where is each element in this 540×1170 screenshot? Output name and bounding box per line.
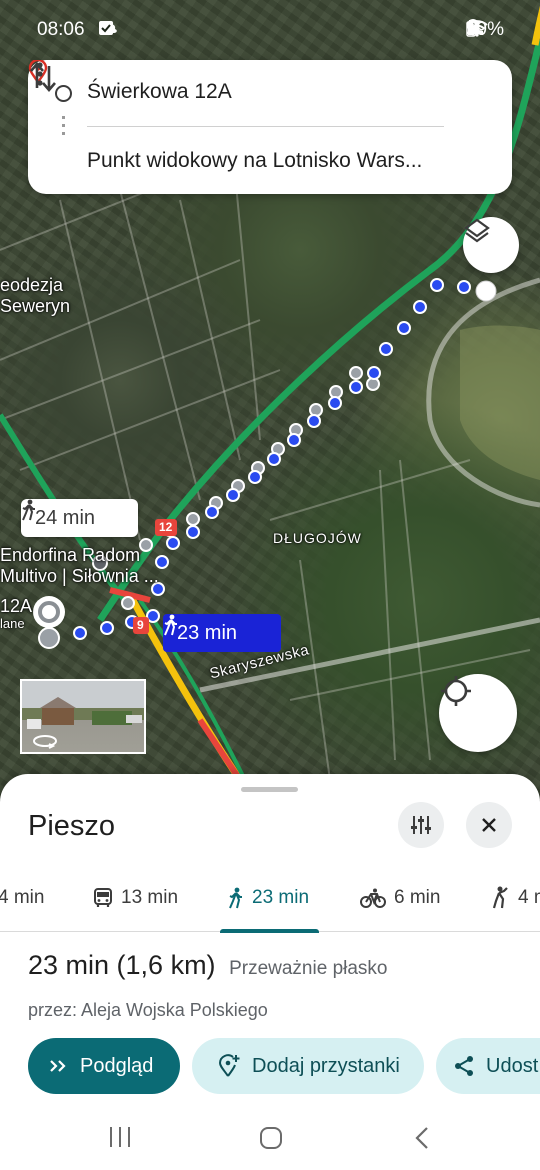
poi-label-endorfina-line1: Endorfina Radom (0, 545, 141, 565)
travel-mode-tabs: 4 min 13 min 23 min 6 min 4 (0, 864, 540, 933)
tab-mode-bike-label: 6 min (394, 887, 441, 908)
tab-mode-transit[interactable]: 13 min (93, 864, 178, 932)
map-view[interactable]: 12 9 08:06 59% Świerkowa 12A Punkt widok… (0, 0, 540, 800)
walk-icon (164, 614, 177, 636)
tab-mode-walk[interactable]: 23 min (220, 864, 320, 933)
share-button[interactable]: Udost (436, 1038, 540, 1094)
tab-mode-walk-label: 23 min (252, 887, 310, 908)
share-button-label: Udost (486, 1054, 539, 1077)
my-location-button[interactable] (439, 674, 517, 752)
status-right: 59% (466, 19, 504, 41)
active-tab-indicator (220, 929, 320, 933)
tab-mode-car-label: 4 min (0, 887, 45, 908)
tab-mode-ride[interactable]: 4 m (490, 864, 540, 932)
origin-marker-icon[interactable] (33, 596, 65, 649)
walk-icon (22, 499, 35, 521)
origin-map-label-line2: lane (0, 616, 25, 631)
tab-mode-car[interactable]: 4 min (0, 864, 44, 932)
checkbox-icon (99, 21, 113, 35)
tune-icon (411, 816, 431, 834)
rotate-360-icon (33, 735, 57, 749)
origin-map-label-line1: 12A (0, 596, 33, 616)
system-nav-bar (0, 1104, 540, 1170)
tab-mode-ride-label: 4 m (518, 887, 540, 908)
poi-label-geodezja-line2: Seweryn (0, 296, 71, 316)
district-label: DŁUGOJÓW (273, 530, 362, 546)
status-time: 08:06 (37, 19, 85, 40)
street-view-thumbnail[interactable] (20, 679, 146, 754)
directions-card: Świerkowa 12A Punkt widokowy na Lotnisko… (28, 60, 512, 194)
travel-mode-title: Pieszo (28, 810, 116, 842)
swap-directions-icon[interactable] (28, 60, 58, 94)
alt-route-time-bubble[interactable]: 24 min (21, 499, 138, 537)
layers-icon (464, 218, 490, 243)
origin-map-label: 12A lane (0, 596, 32, 631)
poi-label-geodezja-line1: eodezja (0, 275, 64, 295)
poi-label-endorfina-line2: Multivo | Siłownia ... (0, 566, 159, 586)
sheet-drag-handle[interactable] (241, 787, 298, 792)
tab-mode-transit-label: 13 min (121, 887, 179, 908)
back-icon[interactable] (414, 1126, 430, 1150)
preview-button-label: Podgląd (80, 1054, 154, 1077)
preview-button[interactable]: Podgląd (28, 1038, 180, 1094)
selected-route-time-bubble[interactable]: 23 min (163, 614, 281, 652)
recent-apps-icon[interactable] (108, 1126, 132, 1148)
home-icon[interactable] (259, 1126, 283, 1150)
add-location-icon (218, 1054, 240, 1077)
tab-mode-bike[interactable]: 6 min (360, 864, 440, 932)
route-terrain-note: Przeważnie płasko (229, 958, 388, 979)
bike-icon (360, 888, 386, 908)
crosshair-icon (441, 676, 471, 706)
route-connector-dots (62, 116, 65, 138)
field-divider (87, 126, 444, 127)
field-area (460, 325, 540, 480)
selected-route-time: 23 min (177, 621, 238, 644)
road-shield-12-label: 12 (159, 520, 173, 534)
walk-icon (229, 887, 242, 909)
alt-route-time: 24 min (35, 506, 96, 529)
status-bar: 08:06 59% (0, 0, 540, 60)
battery-icon (466, 20, 476, 37)
add-stops-button-label: Dodaj przystanki (252, 1054, 400, 1077)
close-icon (482, 818, 496, 832)
route-summary: 23 min (1,6 km) Przeważnie płasko (28, 950, 388, 981)
destination-field[interactable]: Punkt widokowy na Lotnisko Wars... (87, 149, 449, 173)
close-button[interactable] (466, 802, 512, 848)
route-via: przez: Aleja Wojska Polskiego (28, 1000, 268, 1020)
share-icon (455, 1056, 473, 1076)
route-duration-distance: 23 min (1,6 km) (28, 950, 216, 980)
ride-icon (492, 886, 508, 909)
transit-icon (94, 888, 112, 907)
poi-label-endorfina[interactable]: Endorfina Radom Multivo | Siłownia ... (0, 545, 159, 587)
poi-label-geodezja[interactable]: eodezja Seweryn (0, 275, 70, 317)
add-stops-button[interactable]: Dodaj przystanki (192, 1038, 424, 1094)
origin-field[interactable]: Świerkowa 12A (87, 80, 232, 104)
map-layers-button[interactable] (463, 217, 519, 273)
route-options-button[interactable] (398, 802, 444, 848)
double-chevron-icon (50, 1060, 66, 1072)
road-shield-9-label: 9 (137, 618, 144, 632)
